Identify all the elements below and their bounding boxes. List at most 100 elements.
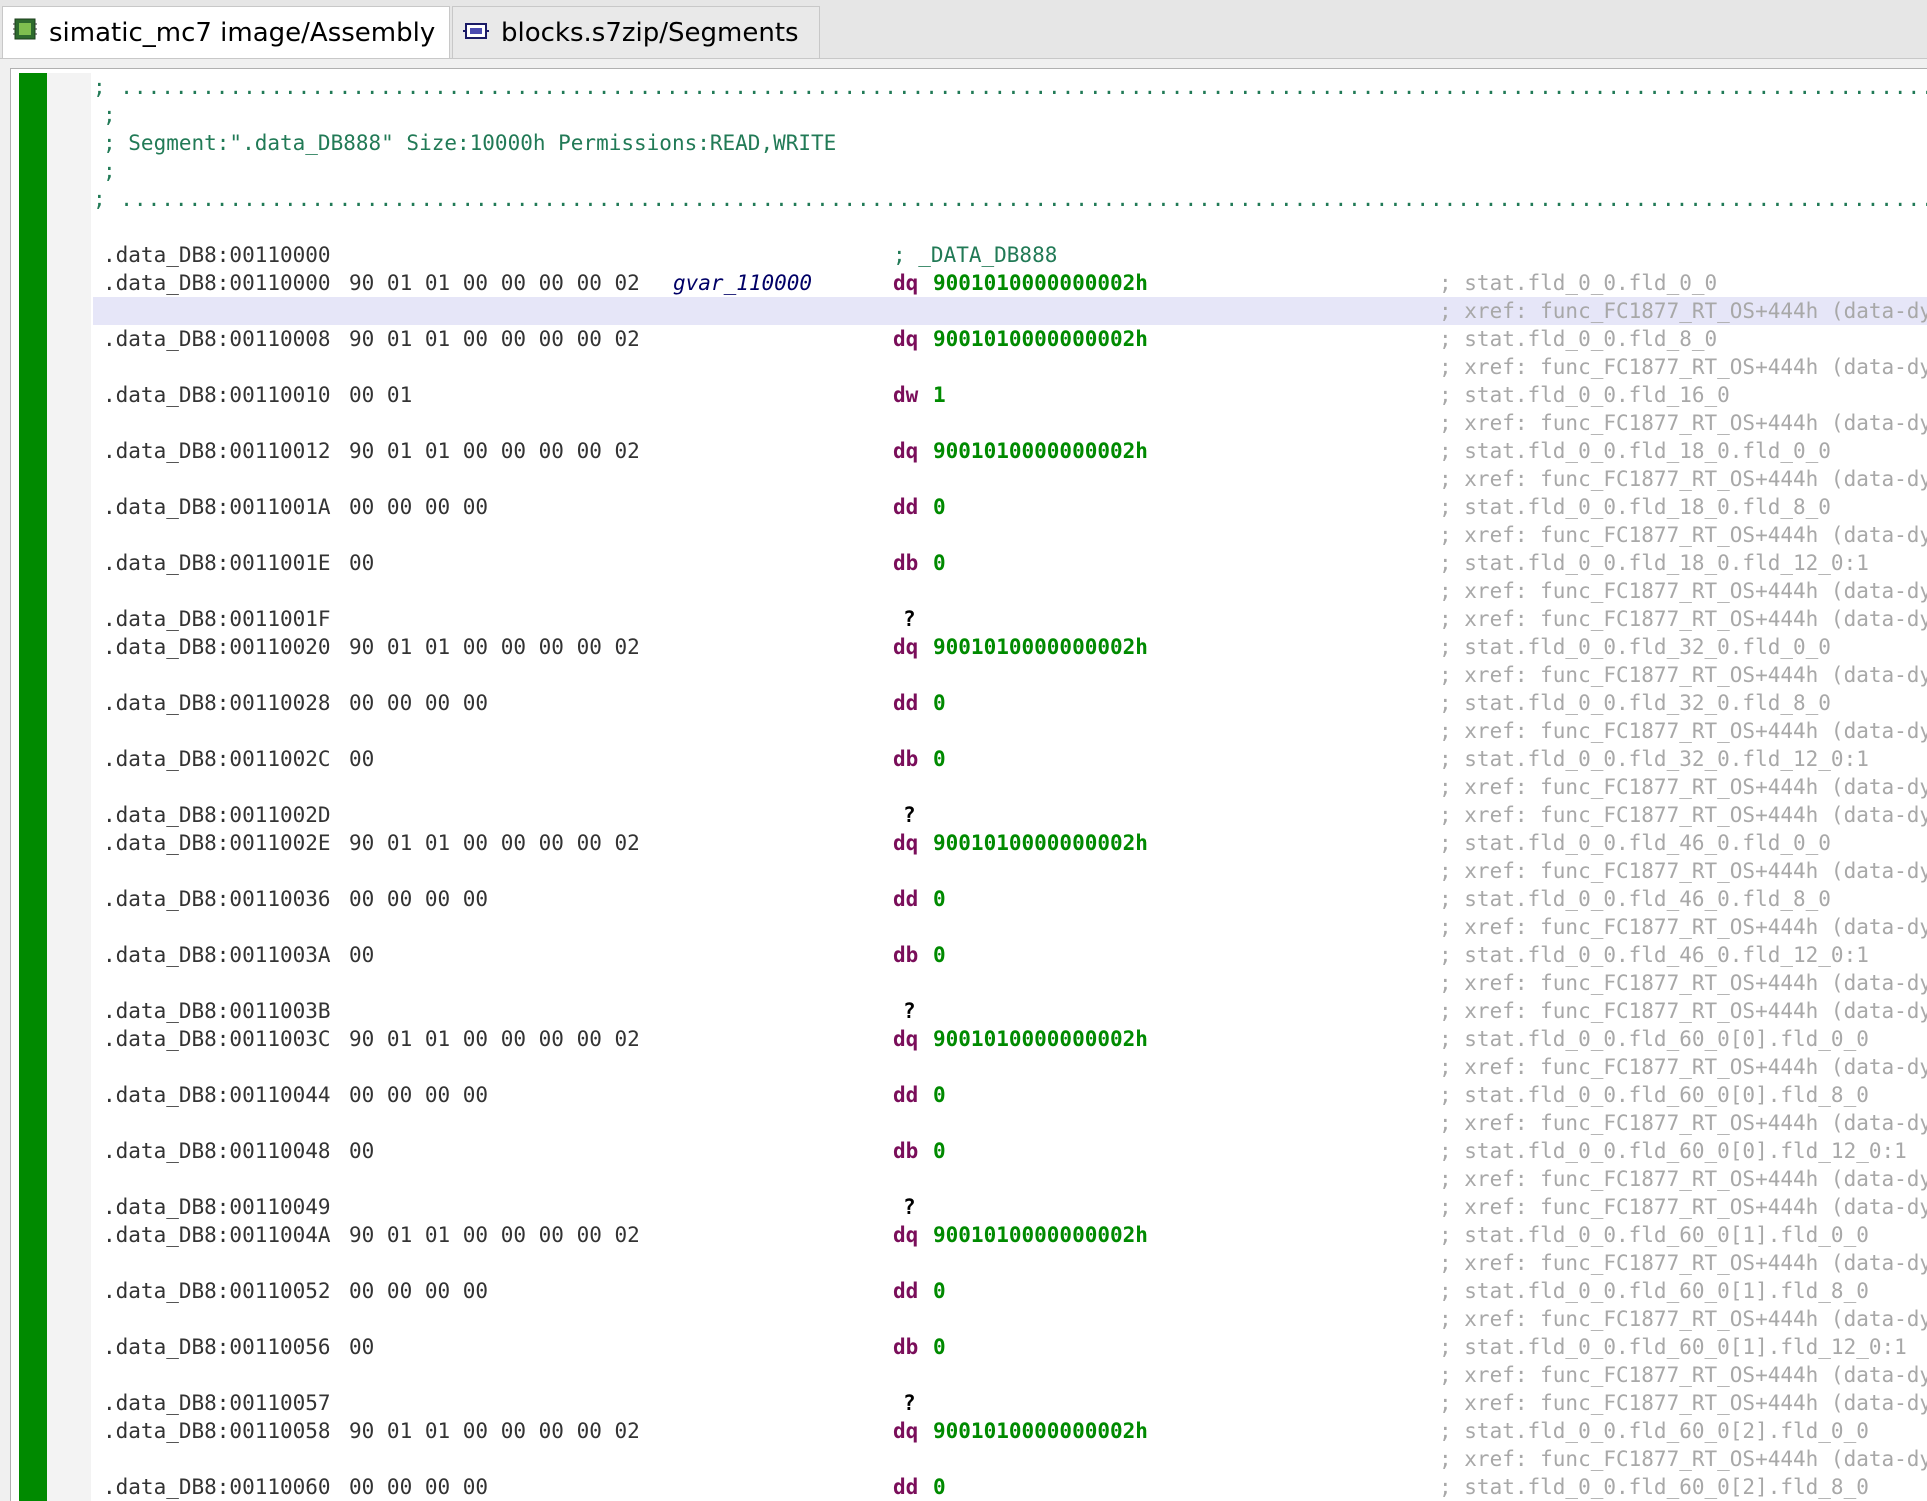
- listing-row[interactable]: .data_DB8:00110060 00 00 00 00 dd 0 ; stat.f…: [93, 1473, 1927, 1501]
- listing-row[interactable]: .data_DB8:00110048 00 db 0 ; stat.fld_0_0.fl…: [93, 1137, 1927, 1165]
- row-bytes: 90 01 01 00 00 00 00 02: [349, 327, 640, 351]
- row-comment: ; stat.fld_0_0.fld_18_0.fld_0_0: [1439, 439, 1831, 463]
- listing-row[interactable]: ; xref: func_FC1877_RT_OS+444h (data-dy: [93, 465, 1927, 493]
- row-address: .data_DB8:0011002E: [103, 831, 331, 855]
- row-mnemonic: dq: [893, 1223, 919, 1247]
- listing-row[interactable]: .data_DB8:0011003B? ; xref: func_FC1877_R…: [93, 997, 1927, 1025]
- listing-row[interactable]: .data_DB8:00110044 00 00 00 00 dd 0 ; stat.f…: [93, 1081, 1927, 1109]
- listing-row[interactable]: .data_DB8:00110000 ; _DATA_DB888: [93, 241, 1927, 269]
- row-comment: ; stat.fld_0_0.fld_46_0.fld_12_0:1: [1439, 943, 1869, 967]
- listing-row[interactable]: ; xref: func_FC1877_RT_OS+444h (data-dy: [93, 521, 1927, 549]
- row-bytes: 00: [349, 551, 375, 575]
- listing-row[interactable]: ; xref: func_FC1877_RT_OS+444h (data-dy: [93, 717, 1927, 745]
- listing-row[interactable]: ; xref: func_FC1877_RT_OS+444h (data-dy: [93, 1249, 1927, 1277]
- row-mnemonic: dd: [893, 1083, 919, 1107]
- tab-assembly[interactable]: simatic_mc7 image/Assembly ✕: [2, 6, 450, 58]
- listing-row[interactable]: ; xref: func_FC1877_RT_OS+444h (data-dy: [93, 409, 1927, 437]
- row-bytes: 90 01 01 00 00 00 00 02: [349, 635, 640, 659]
- listing-row[interactable]: ; xref: func_FC1877_RT_OS+444h (data-dy: [93, 577, 1927, 605]
- close-icon[interactable]: ✕: [449, 20, 450, 45]
- row-comment: ; xref: func_FC1877_RT_OS+444h (data-dy: [1439, 1363, 1927, 1387]
- row-undefined: ?: [903, 803, 916, 827]
- row-mnemonic: dq: [893, 1419, 919, 1443]
- listing-row[interactable]: ; xref: func_FC1877_RT_OS+444h (data-dy: [93, 1053, 1927, 1081]
- row-undefined: ?: [903, 999, 916, 1023]
- coverage-gutter: [19, 73, 47, 1501]
- listing-row[interactable]: .data_DB8:00110020 90 01 01 00 00 00 00 0…: [93, 633, 1927, 661]
- listing-row[interactable]: .data_DB8:0011002E 90 01 01 00 00 00 00 0…: [93, 829, 1927, 857]
- listing-row[interactable]: .data_DB8:0011002D? ; xref: func_FC1877_R…: [93, 801, 1927, 829]
- row-comment: ; xref: func_FC1877_RT_OS+444h (data-dy: [1439, 803, 1927, 827]
- row-value: 0: [933, 1279, 946, 1303]
- disassembly-listing[interactable]: ; ......................................…: [93, 73, 1927, 1501]
- listing-row[interactable]: .data_DB8:00110012 90 01 01 00 00 00 00 0…: [93, 437, 1927, 465]
- listing-row[interactable]: .data_DB8:00110036 00 00 00 00 dd 0 ; stat.f…: [93, 885, 1927, 913]
- listing-row[interactable]: .data_DB8:00110052 00 00 00 00 dd 0 ; stat.f…: [93, 1277, 1927, 1305]
- tab-segments[interactable]: blocks.s7zip/Segments: [452, 6, 820, 58]
- row-bytes: 90 01 01 00 00 00 00 02: [349, 1419, 640, 1443]
- row-comment: ; xref: func_FC1877_RT_OS+444h (data-dy: [1439, 467, 1927, 491]
- listing-rows: .data_DB8:00110000; _DATA_DB888 .data_DB8…: [93, 241, 1927, 1501]
- listing-row[interactable]: ; xref: func_FC1877_RT_OS+444h (data-dy: [93, 913, 1927, 941]
- listing-row[interactable]: ; xref: func_FC1877_RT_OS+444h (data-dy: [93, 297, 1927, 325]
- listing-row[interactable]: ; xref: func_FC1877_RT_OS+444h (data-dy: [93, 773, 1927, 801]
- row-bytes: 00 01: [349, 383, 413, 407]
- row-comment: ; xref: func_FC1877_RT_OS+444h (data-dy: [1439, 719, 1927, 743]
- listing-row[interactable]: .data_DB8:0011001A 00 00 00 00 dd 0 ; stat.f…: [93, 493, 1927, 521]
- listing-row[interactable]: .data_DB8:0011001E 00 db 0 ; stat.fld_0_0.fl…: [93, 549, 1927, 577]
- row-comment: ; xref: func_FC1877_RT_OS+444h (data-dy: [1439, 523, 1927, 547]
- row-comment: ; xref: func_FC1877_RT_OS+444h (data-dy: [1439, 579, 1927, 603]
- row-address: .data_DB8:00110008: [103, 327, 331, 351]
- row-mnemonic: dq: [893, 635, 919, 659]
- row-address: .data_DB8:00110056: [103, 1335, 331, 1359]
- listing-row[interactable]: ; xref: func_FC1877_RT_OS+444h (data-dy: [93, 1445, 1927, 1473]
- row-comment: ; stat.fld_0_0.fld_46_0.fld_0_0: [1439, 831, 1831, 855]
- listing-row[interactable]: ; xref: func_FC1877_RT_OS+444h (data-dy: [93, 1361, 1927, 1389]
- row-comment: ; xref: func_FC1877_RT_OS+444h (data-dy: [1439, 663, 1927, 687]
- listing-row[interactable]: ; xref: func_FC1877_RT_OS+444h (data-dy: [93, 1165, 1927, 1193]
- listing-row[interactable]: ; xref: func_FC1877_RT_OS+444h (data-dy: [93, 1109, 1927, 1137]
- row-comment: ; stat.fld_0_0.fld_60_0[1].fld_8_0: [1439, 1279, 1869, 1303]
- row-address: .data_DB8:00110000: [103, 243, 331, 267]
- row-comment: ; stat.fld_0_0.fld_32_0.fld_0_0: [1439, 635, 1831, 659]
- listing-row[interactable]: .data_DB8:00110058 90 01 01 00 00 00 00 0…: [93, 1417, 1927, 1445]
- listing-row[interactable]: .data_DB8:00110010 00 01 dw 1 ; stat.fld_0_0…: [93, 381, 1927, 409]
- listing-row[interactable]: ; xref: func_FC1877_RT_OS+444h (data-dy: [93, 353, 1927, 381]
- listing-row[interactable]: ; xref: func_FC1877_RT_OS+444h (data-dy: [93, 661, 1927, 689]
- row-comment: ; stat.fld_0_0.fld_16_0: [1439, 383, 1730, 407]
- listing-row[interactable]: .data_DB8:0011003C 90 01 01 00 00 00 00 0…: [93, 1025, 1927, 1053]
- row-address: .data_DB8:00110010: [103, 383, 331, 407]
- listing-row[interactable]: .data_DB8:00110049? ; xref: func_FC1877_R…: [93, 1193, 1927, 1221]
- row-comment: ; xref: func_FC1877_RT_OS+444h (data-dy: [1439, 1167, 1927, 1191]
- listing-row[interactable]: ; xref: func_FC1877_RT_OS+444h (data-dy: [93, 969, 1927, 997]
- row-mnemonic: dq: [893, 327, 919, 351]
- listing-row[interactable]: ; xref: func_FC1877_RT_OS+444h (data-dy: [93, 1305, 1927, 1333]
- row-value: 0: [933, 1139, 946, 1163]
- listing-row[interactable]: .data_DB8:0011002C 00 db 0 ; stat.fld_0_0.fl…: [93, 745, 1927, 773]
- listing-row[interactable]: .data_DB8:00110028 00 00 00 00 dd 0 ; stat.f…: [93, 689, 1927, 717]
- row-value: 9001010000000002h: [933, 271, 1148, 295]
- row-comment: ; xref: func_FC1877_RT_OS+444h (data-dy: [1439, 775, 1927, 799]
- row-address: .data_DB8:00110048: [103, 1139, 331, 1163]
- listing-row[interactable]: .data_DB8:00110057? ; xref: func_FC1877_R…: [93, 1389, 1927, 1417]
- row-address: .data_DB8:00110049: [103, 1195, 331, 1219]
- row-comment: ; xref: func_FC1877_RT_OS+444h (data-dy: [1439, 1111, 1927, 1135]
- listing-row[interactable]: .data_DB8:0011001F? ; xref: func_FC1877_R…: [93, 605, 1927, 633]
- row-comment: ; stat.fld_0_0.fld_60_0[1].fld_12_0:1: [1439, 1335, 1907, 1359]
- row-comment: ; xref: func_FC1877_RT_OS+444h (data-dy: [1439, 971, 1927, 995]
- row-address: .data_DB8:00110036: [103, 887, 331, 911]
- row-value: 0: [933, 691, 946, 715]
- listing-row[interactable]: ; xref: func_FC1877_RT_OS+444h (data-dy: [93, 857, 1927, 885]
- row-address: .data_DB8:00110058: [103, 1419, 331, 1443]
- row-mnemonic: dd: [893, 495, 919, 519]
- row-comment: ; xref: func_FC1877_RT_OS+444h (data-dy: [1439, 1447, 1927, 1471]
- listing-row[interactable]: .data_DB8:0011004A 90 01 01 00 00 00 00 0…: [93, 1221, 1927, 1249]
- listing-row[interactable]: .data_DB8:00110056 00 db 0 ; stat.fld_0_0.fl…: [93, 1333, 1927, 1361]
- listing-row[interactable]: .data_DB8:00110008 90 01 01 00 00 00 00 0…: [93, 325, 1927, 353]
- row-comment: ; stat.fld_0_0.fld_60_0[0].fld_0_0: [1439, 1027, 1869, 1051]
- listing-row[interactable]: .data_DB8:0011003A 00 db 0 ; stat.fld_0_0.fl…: [93, 941, 1927, 969]
- listing-row[interactable]: .data_DB8:00110000 90 01 01 00 00 00 00 0…: [93, 269, 1927, 297]
- row-bytes: 00 00 00 00: [349, 1475, 489, 1499]
- row-bytes: 90 01 01 00 00 00 00 02: [349, 271, 640, 295]
